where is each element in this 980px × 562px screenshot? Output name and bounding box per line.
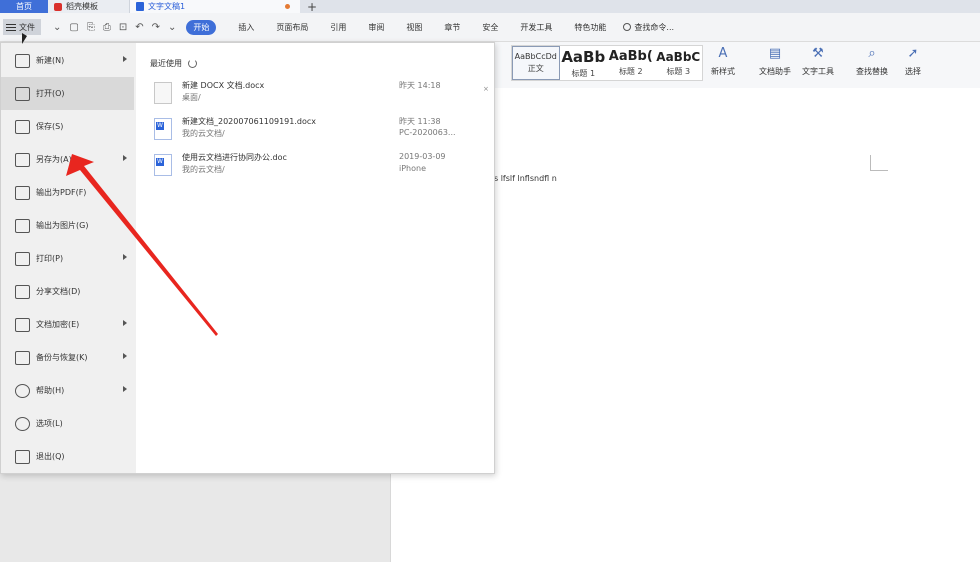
- arrow-shape: [66, 154, 218, 336]
- annotation-arrow: [66, 154, 218, 336]
